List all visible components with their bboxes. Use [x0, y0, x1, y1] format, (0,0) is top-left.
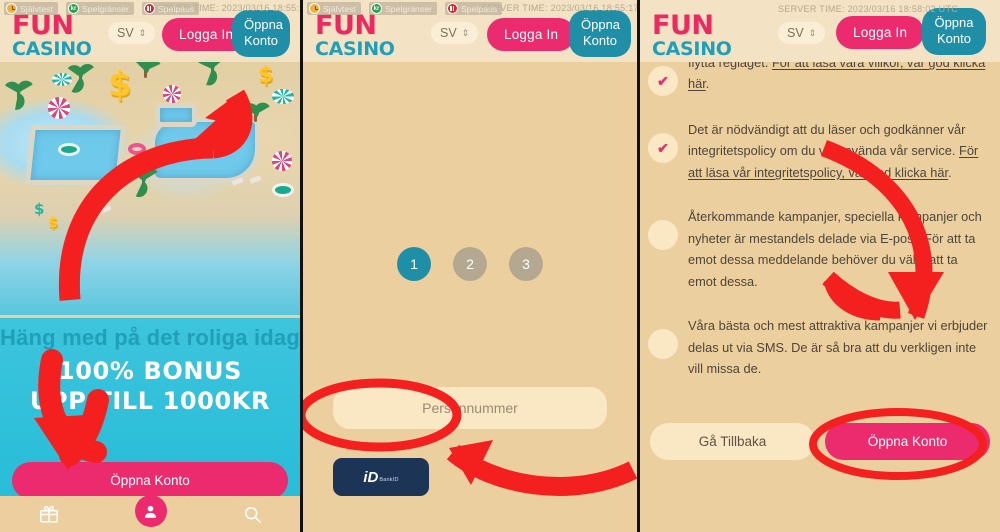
brand-logo[interactable]: FUN CASINO	[315, 12, 395, 60]
step-1[interactable]: 1	[397, 247, 431, 281]
language-selector[interactable]: SV ⇕	[778, 22, 826, 44]
pool-shape	[24, 125, 127, 185]
dollar-sign: $	[258, 63, 274, 88]
hero-illustration: $ $ $ $	[0, 55, 300, 315]
pool-shape	[155, 103, 197, 127]
clock-icon	[309, 3, 320, 14]
promo-bonus: 100% BONUS	[57, 356, 243, 385]
open-account-cta[interactable]: Öppna Konto	[12, 462, 288, 499]
clock-icon	[6, 3, 17, 14]
green-limit-icon: kr	[68, 3, 80, 14]
badge-spelgranser[interactable]: kr Spelgränser	[369, 2, 437, 15]
pool-float	[128, 143, 146, 155]
panel-landing: $ $ $ $ Häng med på det roliga idag 100%	[0, 0, 300, 532]
terms-footer-buttons: Gå Tillbaka Öppna Konto	[650, 423, 990, 460]
search-icon[interactable]	[242, 504, 263, 525]
badge-sjalvtest[interactable]: Självtest	[307, 2, 362, 15]
terms-checkbox-1[interactable]: ✔	[648, 66, 678, 96]
beach-umbrella	[272, 151, 292, 171]
term-item: ✔ Det är nödvändigt att du läser och god…	[648, 119, 988, 183]
panel-registration-step1: 1 2 3 iD BankID FUN CASINO SV ⇕ Logga In…	[300, 0, 640, 532]
gift-icon[interactable]	[38, 503, 60, 525]
login-button[interactable]: Logga In	[836, 16, 925, 49]
beach-umbrella	[52, 73, 72, 86]
brand-logo[interactable]: FUN CASINO	[12, 12, 92, 60]
go-back-button[interactable]: Gå Tillbaka	[650, 423, 815, 460]
responsible-gaming-badges: Självtest kr Spelgränser Spelpaus	[0, 0, 300, 17]
bottom-tab-bar	[0, 495, 300, 532]
responsible-gaming-badges: Självtest kr Spelgränser Spelpaus	[303, 0, 637, 17]
bankid-logo-icon: iD	[363, 468, 379, 486]
chevron-updown-icon: ⇕	[138, 27, 147, 38]
check-icon: ✔	[657, 140, 669, 156]
brand-logo[interactable]: FUN CASINO	[652, 10, 732, 60]
language-value: SV	[117, 26, 134, 40]
chevron-updown-icon: ⇕	[461, 27, 470, 38]
server-time-label: SERVER TIME: 2023/03/16 18:58:02 UTC	[778, 4, 959, 14]
promo-headline: Häng med på det roliga idag	[0, 325, 300, 350]
term-text-3: Återkommande kampanjer, speciella kampan…	[688, 209, 982, 289]
brand-logo-casino: CASINO	[315, 37, 395, 60]
term-item: ✔ Våra bästa och mest attraktiva kampanj…	[648, 315, 988, 379]
term-text-2: Det är nödvändigt att du läser och godkä…	[688, 122, 979, 180]
login-button[interactable]: Logga In	[487, 18, 576, 51]
pause-icon	[446, 3, 458, 14]
bankid-login-button[interactable]: iD BankID	[333, 458, 429, 496]
open-account-button-submit[interactable]: Öppna Konto	[825, 423, 990, 460]
badge-spelpaus[interactable]: Spelpaus	[444, 2, 503, 15]
bankid-logo-text: BankID	[379, 477, 399, 483]
dollar-sign: $	[48, 215, 58, 231]
step-3[interactable]: 3	[509, 247, 543, 281]
badge-label: Självtest	[323, 3, 357, 14]
casino-chip	[58, 143, 80, 156]
terms-checkbox-4[interactable]: ✔	[648, 329, 678, 360]
check-icon: ✔	[657, 73, 669, 89]
badge-label: Spelpaus	[460, 3, 498, 14]
beach-umbrella	[163, 85, 181, 103]
promo-bonus-amount: UPP TILL 1000KR	[29, 386, 271, 415]
dollar-sign: $	[108, 65, 132, 105]
badge-spelpaus[interactable]: Spelpaus	[141, 2, 200, 15]
badge-spelgranser[interactable]: kr Spelgränser	[66, 2, 134, 15]
term-text-4: Våra bästa och mest attraktiva kampanjer…	[688, 318, 988, 377]
chevron-updown-icon: ⇕	[808, 27, 817, 38]
beach-umbrella	[48, 97, 70, 119]
casino-chip	[272, 183, 294, 197]
account-icon[interactable]	[134, 495, 167, 527]
step-2[interactable]: 2	[453, 247, 487, 281]
open-account-button-header[interactable]: Öppna Konto	[922, 8, 986, 55]
badge-label: Självtest	[20, 3, 54, 14]
beach-umbrella	[272, 89, 294, 104]
terms-list: ✔ flytta reglaget. För att läsa våra vil…	[640, 52, 1000, 403]
language-selector[interactable]: SV ⇕	[431, 22, 479, 44]
term-item: ✔ Återkommande kampanjer, speciella kamp…	[648, 206, 988, 292]
brand-logo-casino: CASINO	[652, 37, 732, 60]
brand-logo-fun: FUN	[652, 10, 714, 41]
personnummer-input[interactable]	[333, 387, 607, 429]
badge-sjalvtest[interactable]: Självtest	[4, 2, 59, 15]
language-value: SV	[440, 26, 457, 40]
green-limit-icon: kr	[371, 3, 383, 14]
panel-terms-consent: ✔ flytta reglaget. För att läsa våra vil…	[640, 0, 1000, 532]
dollar-sign: $	[34, 200, 45, 218]
badge-label: Spelpaus	[157, 3, 195, 14]
badge-label: Spelgränser	[385, 3, 432, 14]
terms-checkbox-3[interactable]: ✔	[648, 220, 678, 251]
brand-logo-casino: CASINO	[12, 37, 92, 60]
language-value: SV	[787, 26, 804, 40]
badge-label: Spelgränser	[82, 3, 129, 14]
terms-body: ✔ flytta reglaget. För att läsa våra vil…	[640, 52, 1000, 532]
language-selector[interactable]: SV ⇕	[108, 22, 156, 44]
step-indicator: 1 2 3	[303, 247, 637, 281]
registration-body: 1 2 3 iD BankID	[303, 62, 637, 532]
screenshot-root: $ $ $ $ Häng med på det roliga idag 100%	[0, 0, 1000, 532]
pause-icon	[143, 3, 155, 14]
terms-checkbox-2[interactable]: ✔	[648, 133, 678, 163]
